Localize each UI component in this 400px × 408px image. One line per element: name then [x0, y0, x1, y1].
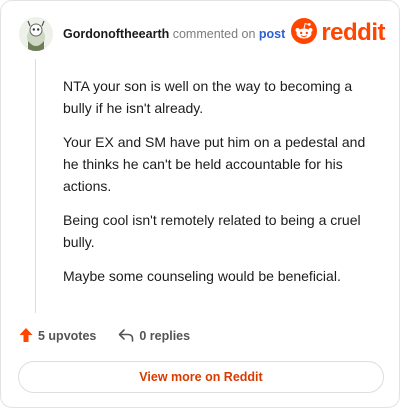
comment-header: Gordonoftheearth commented on post reddi…: [19, 17, 385, 53]
replies-count: 0 replies: [139, 329, 191, 343]
comment-body: NTA your son is well on the way to becom…: [63, 75, 375, 299]
embed-card: Gordonoftheearth commented on post reddi…: [0, 0, 400, 408]
reddit-logo-icon: [291, 17, 318, 49]
view-more-button[interactable]: View more on Reddit: [18, 361, 384, 393]
comment-meta: Gordonoftheearth commented on post: [63, 27, 285, 41]
upvote-arrow-icon: [19, 327, 38, 346]
comment-paragraph: Maybe some counseling would be beneficia…: [63, 268, 341, 284]
comment-paragraph: Your EX and SM have put him on a pedesta…: [63, 134, 366, 194]
comment-paragraph: NTA your son is well on the way to becom…: [63, 78, 353, 116]
reddit-wordmark: reddit: [321, 19, 385, 46]
replies-stat[interactable]: 0 replies: [118, 328, 190, 345]
avatar[interactable]: [19, 17, 53, 51]
upvotes-count: 5 upvotes: [38, 329, 97, 343]
reply-icon: [118, 328, 139, 345]
thread-line: [35, 59, 36, 313]
view-more-label: View more on Reddit: [139, 370, 263, 384]
comment-paragraph: Being cool isn't remotely related to bei…: [63, 212, 361, 250]
reddit-brand[interactable]: reddit: [291, 17, 385, 49]
action-text: commented on: [172, 27, 256, 41]
author-link[interactable]: Gordonoftheearth: [63, 27, 169, 41]
upvotes-stat[interactable]: 5 upvotes: [19, 327, 96, 346]
post-link[interactable]: post: [259, 27, 285, 41]
comment-footer: 5 upvotes 0 replies: [19, 326, 212, 346]
